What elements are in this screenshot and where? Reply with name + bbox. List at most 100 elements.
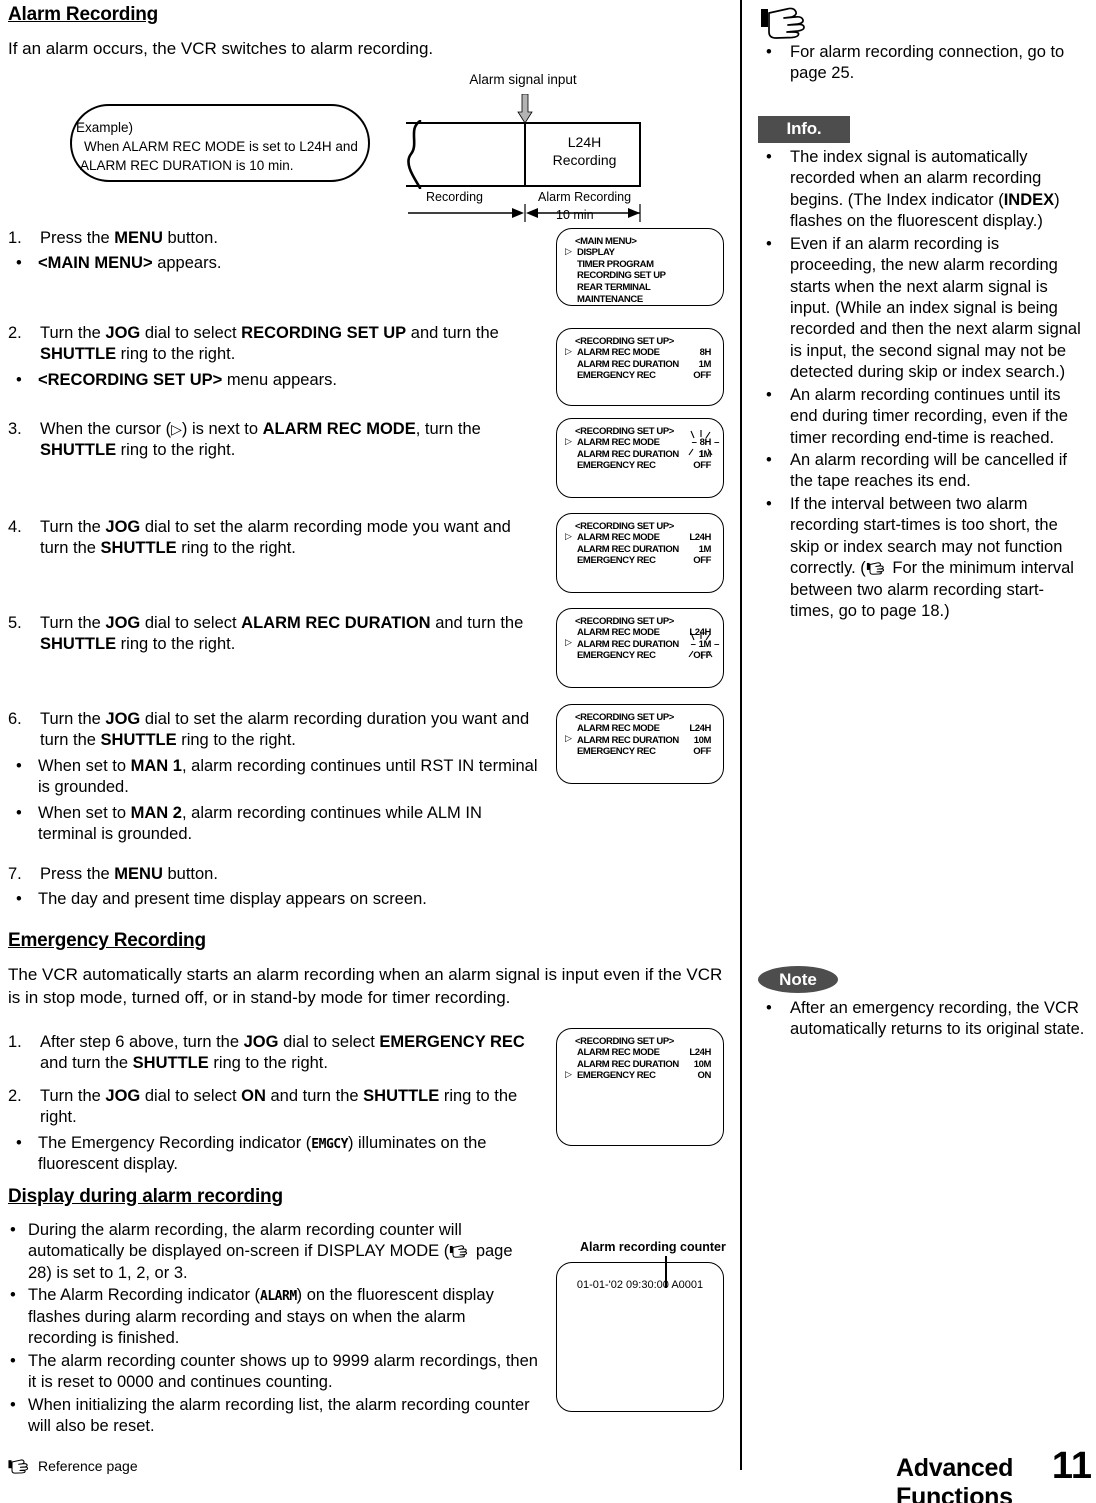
osd-row-label: RECORDING SET UP xyxy=(577,270,666,282)
osd-screen-title: <RECORDING SET UP> xyxy=(575,336,674,347)
list-item-text: The Alarm Recording indicator (ALARM) on… xyxy=(28,1286,494,1348)
note-block: Note • After an emergency recording, the … xyxy=(758,966,1088,1042)
example-callout: Example) When ALARM REC MODE is set to L… xyxy=(70,104,370,182)
step-text: Turn the JOG dial to set the alarm recor… xyxy=(40,518,511,558)
osd-row-value: L24H xyxy=(689,627,711,639)
osd-menu-row[interactable]: EMERGENCY REC OFF xyxy=(563,650,717,662)
list-item: • Even if an alarm recording is proceedin… xyxy=(758,234,1088,384)
osd-menu-row[interactable]: REAR TERMINAL xyxy=(563,282,717,294)
osd-screen-body: <RECORDING SET UP> ALARM REC MODE L24H ▷ ALA… xyxy=(557,705,723,764)
osd-row-label: ALARM REC MODE xyxy=(577,723,660,735)
list-item-text: The alarm recording counter shows up to … xyxy=(28,1351,538,1392)
step-sub-text: <RECORDING SET UP> menu appears. xyxy=(38,370,337,389)
info-badge: Info. xyxy=(758,115,850,143)
example-line-2: When ALARM REC MODE is set to L24H and xyxy=(84,139,358,155)
osd-menu-screen: <RECORDING SET UP>▷ALARM REC MODE8HALARM… xyxy=(556,328,724,406)
osd-menu-row[interactable]: MAINTENANCE xyxy=(563,294,717,305)
tape-legend: Recording Alarm Recording 10 min xyxy=(406,190,641,224)
osd-menu-row[interactable]: CLOCK/FIRST TIME SET UP xyxy=(563,305,717,306)
tape-torn-edge-icon xyxy=(407,120,422,189)
intro-paragraph: If an alarm occurs, the VCR switches to … xyxy=(8,39,434,58)
osd-menu-row[interactable]: ▷ ALARM REC MODE 8H xyxy=(563,347,717,359)
list-item-text: The index signal is automatically record… xyxy=(790,147,1060,231)
osd-menu-row[interactable]: ALARM REC MODE L24H xyxy=(563,1047,717,1059)
step-item: 2. Turn the JOG dial to select ON and tur… xyxy=(8,1086,538,1129)
counter-leader-line xyxy=(665,1256,667,1288)
counter-display-screen: 01-01-'02 09:30:00 A0001 xyxy=(556,1262,724,1412)
step-block: 1. Press the MENU button. • <MAIN MENU> app… xyxy=(8,228,538,275)
osd-menu-row[interactable]: RECORDING SET UP xyxy=(563,270,717,282)
step-sub-item: • The day and present time display appear… xyxy=(8,889,538,910)
step-item: 1. Press the MENU button. xyxy=(8,228,538,249)
list-item-text: After an emergency recording, the VCR au… xyxy=(790,999,1085,1039)
reference-hand-block xyxy=(758,0,1088,42)
display-bullets-host: • During the alarm recording, the alarm r… xyxy=(8,1220,538,1437)
step-text: Press the MENU button. xyxy=(40,229,218,247)
counter-display-value: 01-01-'02 09:30:00 A0001 xyxy=(576,1279,704,1291)
osd-menu-row[interactable]: TIMER PROGRAM xyxy=(563,259,717,271)
osd-menu-screen: <RECORDING SET UP> ▷ ALARM REC MODE L24H ALA… xyxy=(556,513,724,593)
osd-screen-title: <RECORDING SET UP> xyxy=(575,1036,674,1047)
step-text: After step 6 above, turn the JOG dial to… xyxy=(40,1033,525,1073)
step-text: Turn the JOG dial to select RECORDING SE… xyxy=(40,324,499,364)
emergency-step-block: 2. Turn the JOG dial to select ON and tur… xyxy=(8,1086,538,1176)
osd-menu-row[interactable]: ▷ ALARM REC DURATION 10M xyxy=(563,734,717,747)
osd-menu-row[interactable]: ALARM REC DURATION 1M xyxy=(563,449,717,461)
osd-menu-row[interactable]: ALARM REC MODE L24H xyxy=(563,627,717,639)
list-item: • For alarm recording connection, go to p… xyxy=(758,42,1088,85)
footer-reference-label: Reference page xyxy=(38,1458,138,1474)
osd-menu-row[interactable]: ▷ EMERGENCY REC ON xyxy=(563,1070,717,1082)
osd-screen-title: <MAIN MENU> xyxy=(575,236,637,247)
display-during-alarm-section: Display during alarm recording • During t… xyxy=(8,1186,538,1438)
list-item: • During the alarm recording, the alarm r… xyxy=(8,1220,538,1284)
step-sub-text: <MAIN MENU> appears. xyxy=(38,254,222,273)
osd-menu-screen: <RECORDING SET UP> ALARM REC MODE L24H ▷ ALA… xyxy=(556,608,724,688)
cursor-icon: ▷ xyxy=(565,531,572,542)
osd-screen-body: <RECORDING SET UP> ALARM REC MODE L24H ALAR… xyxy=(557,1029,723,1088)
osd-row-label: ALARM REC MODE xyxy=(577,627,660,639)
osd-row-label: ALARM REC MODE xyxy=(577,1047,660,1059)
osd-row-label: DISPLAY xyxy=(577,247,615,259)
osd-row-label: ALARM REC MODE xyxy=(577,532,660,544)
list-item: • If the interval between two alarm recor… xyxy=(758,494,1088,623)
left-column: Alarm Recording If an alarm occurs, the … xyxy=(8,4,734,61)
osd-row-label: CLOCK/FIRST TIME SET UP xyxy=(577,305,694,306)
osd-row-value: 8H xyxy=(691,437,719,449)
note-badge-label: Note xyxy=(779,969,817,989)
pointing-hand-icon xyxy=(8,1459,29,1474)
osd-menu-row[interactable]: ▷ ALARM REC MODE 8H xyxy=(563,430,720,458)
legend-recording-label: Recording xyxy=(426,190,483,204)
pointing-hand-icon xyxy=(450,1245,468,1259)
osd-screen-body: <RECORDING SET UP>▷ALARM REC MODE8HALARM… xyxy=(557,419,723,478)
osd-menu-row[interactable]: ALARM REC DURATION 1M xyxy=(563,544,717,556)
step-item: 1. After step 6 above, turn the JOG dial … xyxy=(8,1032,538,1075)
osd-row-label: EMERGENCY REC xyxy=(577,650,656,662)
osd-menu-row[interactable]: ALARM REC DURATION 1M xyxy=(563,359,717,371)
osd-menu-row[interactable]: ▷ ALARM REC DURATION 1M xyxy=(563,631,720,659)
bullet-dot: • xyxy=(16,803,22,822)
osd-menu-row[interactable]: ALARM REC DURATION 10M xyxy=(563,1059,717,1071)
legend-alarm-recording-label: Alarm Recording xyxy=(538,190,632,204)
osd-menu-row[interactable]: EMERGENCY REC OFF xyxy=(563,370,717,382)
osd-menu-row[interactable]: ALARM REC MODE L24H xyxy=(563,723,717,735)
osd-row-label: ALARM REC MODE xyxy=(577,437,660,449)
list-item: • When initializing the alarm recording l… xyxy=(8,1395,538,1438)
osd-screen-title: <RECORDING SET UP> xyxy=(575,712,674,723)
step-number: 5. xyxy=(8,614,22,632)
step-text: Press the MENU button. xyxy=(40,865,218,883)
osd-row-label: EMERGENCY REC xyxy=(577,370,656,382)
osd-screen-title: <RECORDING SET UP> xyxy=(575,616,674,627)
step-number: 2. xyxy=(8,1087,22,1105)
list-item-text: If the interval between two alarm record… xyxy=(790,494,1074,621)
osd-menu-row[interactable]: EMERGENCY REC OFF xyxy=(563,555,717,567)
osd-screen-body: <RECORDING SET UP> ALARM REC MODE L24H ▷ ALA… xyxy=(557,609,723,668)
osd-menu-row[interactable]: ▷ DISPLAY xyxy=(563,247,717,259)
osd-menu-row[interactable]: ▷ ALARM REC MODE L24H xyxy=(563,532,717,544)
bullet-dot: • xyxy=(16,756,22,775)
osd-menu-row[interactable]: EMERGENCY REC OFF xyxy=(563,746,717,758)
step-sub-text: The Emergency Recording indicator (EMGCY… xyxy=(38,1133,487,1174)
info-badge-label: Info. xyxy=(786,119,822,139)
footer-right: Advanced Functions 11 xyxy=(740,1445,1096,1503)
step-text: When the cursor (▷) is next to ALARM REC… xyxy=(40,420,481,460)
osd-menu-row[interactable]: EMERGENCY REC OFF xyxy=(563,460,717,472)
